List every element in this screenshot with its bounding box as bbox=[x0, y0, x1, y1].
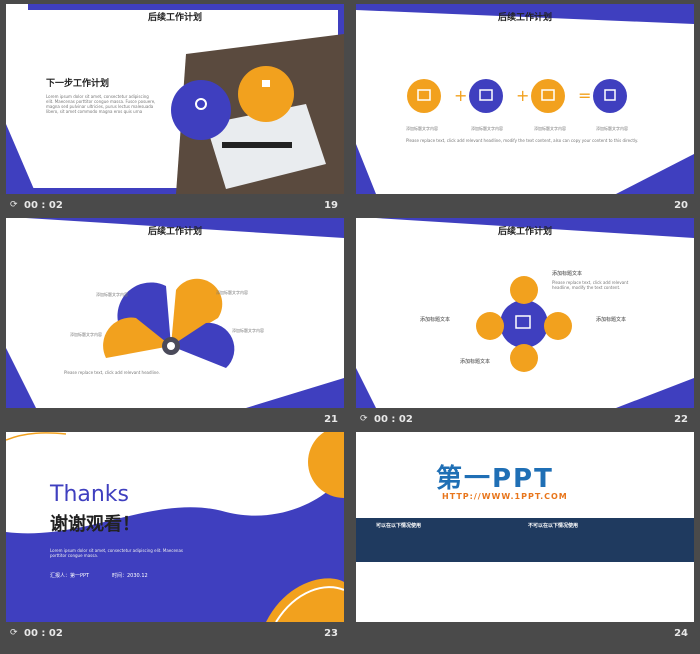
slide-24-logo: 第一PPT bbox=[436, 464, 554, 494]
slide-22-label-right: 添加标题文本 bbox=[596, 317, 627, 323]
slide-20-number: 20 bbox=[674, 200, 688, 211]
slide-19-footer: ⟳ 00 : 02 19 bbox=[6, 194, 344, 218]
slide-21-label-1: 添加标题文字内容 bbox=[96, 292, 128, 297]
slide-19-heading: 下一步工作计划 bbox=[46, 79, 110, 89]
slide-23-body: Lorem ipsum dolor sit amet, consectetur … bbox=[50, 548, 183, 558]
slide-24-footer: 24 bbox=[356, 622, 694, 646]
svg-text:+: + bbox=[454, 86, 467, 105]
slide-21-footer: 21 bbox=[6, 408, 344, 432]
slide-22-label-top: 添加标题文本 bbox=[552, 271, 583, 277]
slide-23-canvas: Thanks 谢谢观看！ Lorem ipsum dolor sit amet,… bbox=[6, 432, 344, 622]
slide-19-title: 后续工作计划 bbox=[147, 13, 202, 23]
transition-icon: ⟳ bbox=[10, 628, 18, 638]
slide-20-footer: 20 bbox=[356, 194, 694, 218]
slide-21-decor bbox=[6, 218, 344, 408]
slide-20-canvas: + + = 后续工作计划 添加标题文字内容 添加标题文字内容 添加标题文字内容 … bbox=[356, 4, 694, 194]
slide-23-time: 00 : 02 bbox=[24, 628, 63, 639]
slide-22-number: 22 bbox=[674, 414, 688, 425]
slide-22-label-bottom: 添加标题文本 bbox=[460, 359, 491, 365]
slide-24-cannot: 不可以在以下情况使用 bbox=[528, 523, 579, 529]
slide-22-decor bbox=[356, 218, 694, 408]
slide-20-desc: Please replace text, click add relevant … bbox=[406, 138, 639, 143]
transition-icon: ⟳ bbox=[360, 414, 368, 424]
slide-21-number: 21 bbox=[324, 414, 338, 425]
slide-21-label-3: 添加标题文字内容 bbox=[216, 290, 248, 295]
svg-text:=: = bbox=[578, 86, 591, 105]
slide-21-label-2: 添加标题文字内容 bbox=[70, 332, 102, 337]
slide-23-footer: ⟳ 00 : 02 23 bbox=[6, 622, 344, 646]
slide-20-label-4: 添加标题文字内容 bbox=[596, 126, 628, 131]
slide-22-desc: Please replace text, click add relevant … bbox=[552, 280, 629, 290]
slide-19-number: 19 bbox=[324, 200, 338, 211]
transition-icon: ⟳ bbox=[10, 200, 18, 210]
slide-24-number: 24 bbox=[674, 628, 688, 639]
slide-19-time: 00 : 02 bbox=[24, 200, 63, 211]
slide-24-can: 可以在以下情况使用 bbox=[376, 523, 422, 529]
slide-21-desc: Please replace text, click add relevant … bbox=[64, 370, 161, 375]
slide-23-number: 23 bbox=[324, 628, 338, 639]
slide-24-canvas: 第一PPT HTTP://WWW.1PPT.COM 可以在以下情况使用 不可以在… bbox=[356, 432, 694, 622]
slide-19-body: Lorem ipsum dolor sit amet, consectetur … bbox=[46, 94, 156, 114]
slide-20-label-3: 添加标题文字内容 bbox=[534, 126, 566, 131]
slide-22-label-left: 添加标题文本 bbox=[420, 317, 451, 323]
slide-23-date: 时间：2030.12 bbox=[112, 573, 148, 579]
slide-23-thanks: Thanks bbox=[50, 482, 130, 507]
slide-24-url: HTTP://WWW.1PPT.COM bbox=[442, 492, 568, 501]
slide-22-footer: ⟳ 00 : 02 22 bbox=[356, 408, 694, 432]
slide-20-title: 后续工作计划 bbox=[497, 13, 552, 23]
slide-21-label-4: 添加标题文字内容 bbox=[232, 328, 264, 333]
slide-21-canvas: 后续工作计划 添加标题文字内容 添加标题文字内容 添加标题文字内容 添加标题文字… bbox=[6, 218, 344, 408]
slide-20-label-1: 添加标题文字内容 bbox=[406, 126, 438, 131]
slide-20-decor: + + = bbox=[356, 4, 694, 194]
svg-text:+: + bbox=[516, 86, 529, 105]
slide-21-title: 后续工作计划 bbox=[147, 227, 202, 237]
slide-22-time: 00 : 02 bbox=[374, 414, 413, 425]
slide-22-title: 后续工作计划 bbox=[497, 227, 552, 237]
slide-20-label-2: 添加标题文字内容 bbox=[471, 126, 503, 131]
slide-19-canvas: 后续工作计划 下一步工作计划 Lorem ipsum dolor sit ame… bbox=[6, 4, 344, 194]
slide-23-reporter: 汇报人：第一PPT bbox=[50, 573, 90, 579]
slide-22-canvas: 后续工作计划 添加标题文本 添加标题文本 添加标题文本 添加标题文本 Pleas… bbox=[356, 218, 694, 408]
slide-23-thanks-cn: 谢谢观看！ bbox=[50, 514, 140, 535]
